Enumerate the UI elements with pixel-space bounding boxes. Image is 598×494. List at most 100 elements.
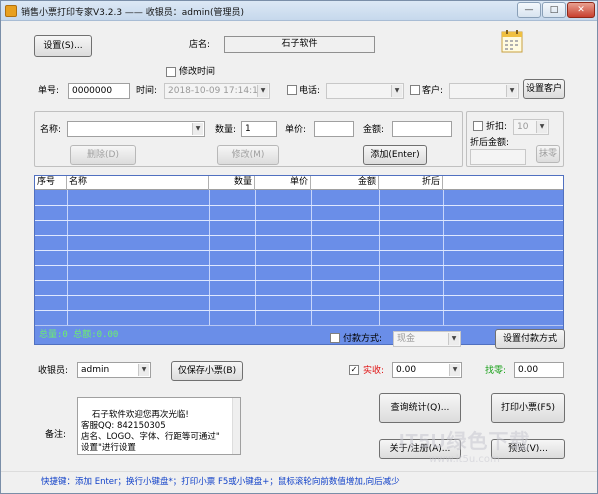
watermark-text: IT5U绿色下载 [399, 431, 531, 453]
customer-label: 客户: [422, 86, 444, 96]
window-title: 销售小票打印专家V3.2.3 —— 收银员：admin(管理员) [21, 8, 245, 18]
price-label: 单价: [285, 125, 307, 135]
row-divider [35, 205, 563, 206]
chevron-down-icon: ▼ [391, 85, 402, 97]
notes-label: 备注: [45, 430, 67, 440]
notes-textarea[interactable]: 石子软件欢迎您再次光临! 客服QQ: 842150305 店名、LOGO、字体、… [77, 397, 241, 455]
print-receipt-button[interactable]: 打印小票(F5) [491, 393, 565, 423]
qty-label: 数量: [215, 125, 237, 135]
notes-text: 石子软件欢迎您再次光临! 客服QQ: 842150305 店名、LOGO、字体、… [81, 410, 220, 453]
col-qty[interactable]: 数量 [209, 176, 255, 190]
after-discount-label: 折后金额: [470, 138, 510, 148]
row-divider [35, 295, 563, 296]
after-discount-input[interactable] [470, 149, 526, 165]
phone-select[interactable]: ▼ [326, 83, 404, 99]
chevron-down-icon: ▼ [536, 121, 547, 133]
discount-checkbox[interactable] [473, 121, 483, 131]
round-off-button[interactable]: 抹零 [536, 145, 560, 163]
items-table[interactable]: 序号 名称 数量 单价 金额 折后 总量:0 总额:0.00 [34, 175, 564, 345]
totals-summary: 总量:0 总额:0.00 [35, 326, 563, 344]
modify-time-label: 修改时间 [179, 67, 216, 77]
order-number-input[interactable]: 0000000 [68, 83, 130, 99]
price-input[interactable] [314, 121, 354, 137]
settings-button[interactable]: 设置(S)... [34, 35, 92, 57]
chevron-down-icon: ▼ [449, 364, 460, 376]
col-amount[interactable]: 金额 [311, 176, 379, 190]
title-bar[interactable]: 销售小票打印专家V3.2.3 —— 收银员：admin(管理员) — □ ✕ [1, 1, 597, 21]
time-value: 2018-10-09 17:14:14 [168, 86, 264, 96]
cashier-label: 收银员: [38, 366, 69, 376]
calendar-icon[interactable] [501, 29, 523, 53]
column-divider [311, 190, 312, 326]
row-divider [35, 235, 563, 236]
cashier-select[interactable]: admin ▼ [77, 362, 151, 378]
customer-checkbox[interactable] [410, 85, 420, 95]
column-divider [209, 190, 210, 326]
change-input[interactable]: 0.00 [514, 362, 564, 378]
discount-value: 10 [517, 122, 529, 132]
received-label: 实收: [363, 366, 385, 376]
app-icon [5, 5, 17, 17]
payment-method-label: 付款方式: [343, 334, 383, 344]
add-button[interactable]: 添加(Enter) [363, 145, 427, 165]
delete-button[interactable]: 删除(D) [70, 145, 136, 165]
row-divider [35, 265, 563, 266]
discount-label: 折扣: [486, 122, 508, 132]
change-label: 找零: [485, 366, 507, 376]
time-label: 时间: [136, 86, 158, 96]
store-label: 店名: [189, 40, 211, 50]
payment-method-value: 现金 [397, 334, 416, 344]
received-input[interactable]: 0.00 ▼ [392, 362, 462, 378]
row-divider [35, 250, 563, 251]
col-discounted[interactable]: 折后 [379, 176, 443, 190]
item-name-select[interactable]: ▼ [67, 121, 205, 137]
watermark-logo: IT5U绿色下载 www.it5u.com [399, 425, 589, 467]
chevron-down-icon: ▼ [506, 85, 517, 97]
watermark-url: www.it5u.com [429, 454, 500, 465]
cashier-value: admin [81, 365, 110, 375]
row-divider [35, 310, 563, 311]
status-bar: 快捷键：添加 Enter；换行小键盘*；打印小票 F5或小键盘+；鼠标滚轮向前数… [1, 471, 597, 493]
order-number-label: 单号: [38, 86, 60, 96]
col-name[interactable]: 名称 [67, 176, 209, 190]
qty-input[interactable]: 1 [241, 121, 277, 137]
close-button[interactable]: ✕ [567, 2, 595, 18]
minimize-button[interactable]: — [517, 2, 541, 18]
col-price[interactable]: 单价 [255, 176, 311, 190]
phone-label: 电话: [299, 86, 321, 96]
time-picker[interactable]: 2018-10-09 17:14:14 ▼ [164, 83, 270, 99]
amount-input[interactable] [392, 121, 452, 137]
modify-button[interactable]: 修改(M) [217, 145, 279, 165]
column-divider [67, 190, 68, 326]
column-divider [379, 190, 380, 326]
payment-method-checkbox[interactable] [330, 333, 340, 343]
col-filler [443, 176, 563, 190]
chevron-down-icon: ▼ [138, 364, 149, 376]
store-name-field: 石子软件 [224, 36, 375, 53]
set-customer-button[interactable]: 设置客户 [523, 79, 565, 99]
col-index[interactable]: 序号 [35, 176, 67, 190]
column-divider [255, 190, 256, 326]
row-divider [35, 280, 563, 281]
set-payment-method-button[interactable]: 设置付款方式 [495, 329, 565, 349]
chevron-down-icon: ▼ [257, 85, 268, 97]
customer-select[interactable]: ▼ [449, 83, 519, 99]
amount-label: 金额: [363, 125, 385, 135]
maximize-button[interactable]: □ [542, 2, 566, 18]
phone-checkbox[interactable] [287, 85, 297, 95]
payment-method-select[interactable]: 现金 ▼ [393, 331, 461, 347]
modify-time-checkbox[interactable] [166, 67, 176, 77]
column-divider [443, 190, 444, 326]
discount-select[interactable]: 10 ▼ [513, 119, 549, 135]
query-stats-button[interactable]: 查询统计(Q)... [379, 393, 461, 423]
notes-scrollbar[interactable] [232, 398, 240, 454]
row-divider [35, 220, 563, 221]
save-only-button[interactable]: 仅保存小票(B) [171, 361, 243, 381]
received-value: 0.00 [396, 365, 417, 375]
received-checkbox[interactable]: ✓ [349, 365, 359, 375]
item-name-label: 名称: [40, 125, 62, 135]
chevron-down-icon: ▼ [192, 123, 203, 135]
table-header: 序号 名称 数量 单价 金额 折后 [35, 176, 563, 190]
main-window: 销售小票打印专家V3.2.3 —— 收银员：admin(管理员) — □ ✕ 设… [0, 0, 598, 494]
chevron-down-icon: ▼ [448, 333, 459, 345]
